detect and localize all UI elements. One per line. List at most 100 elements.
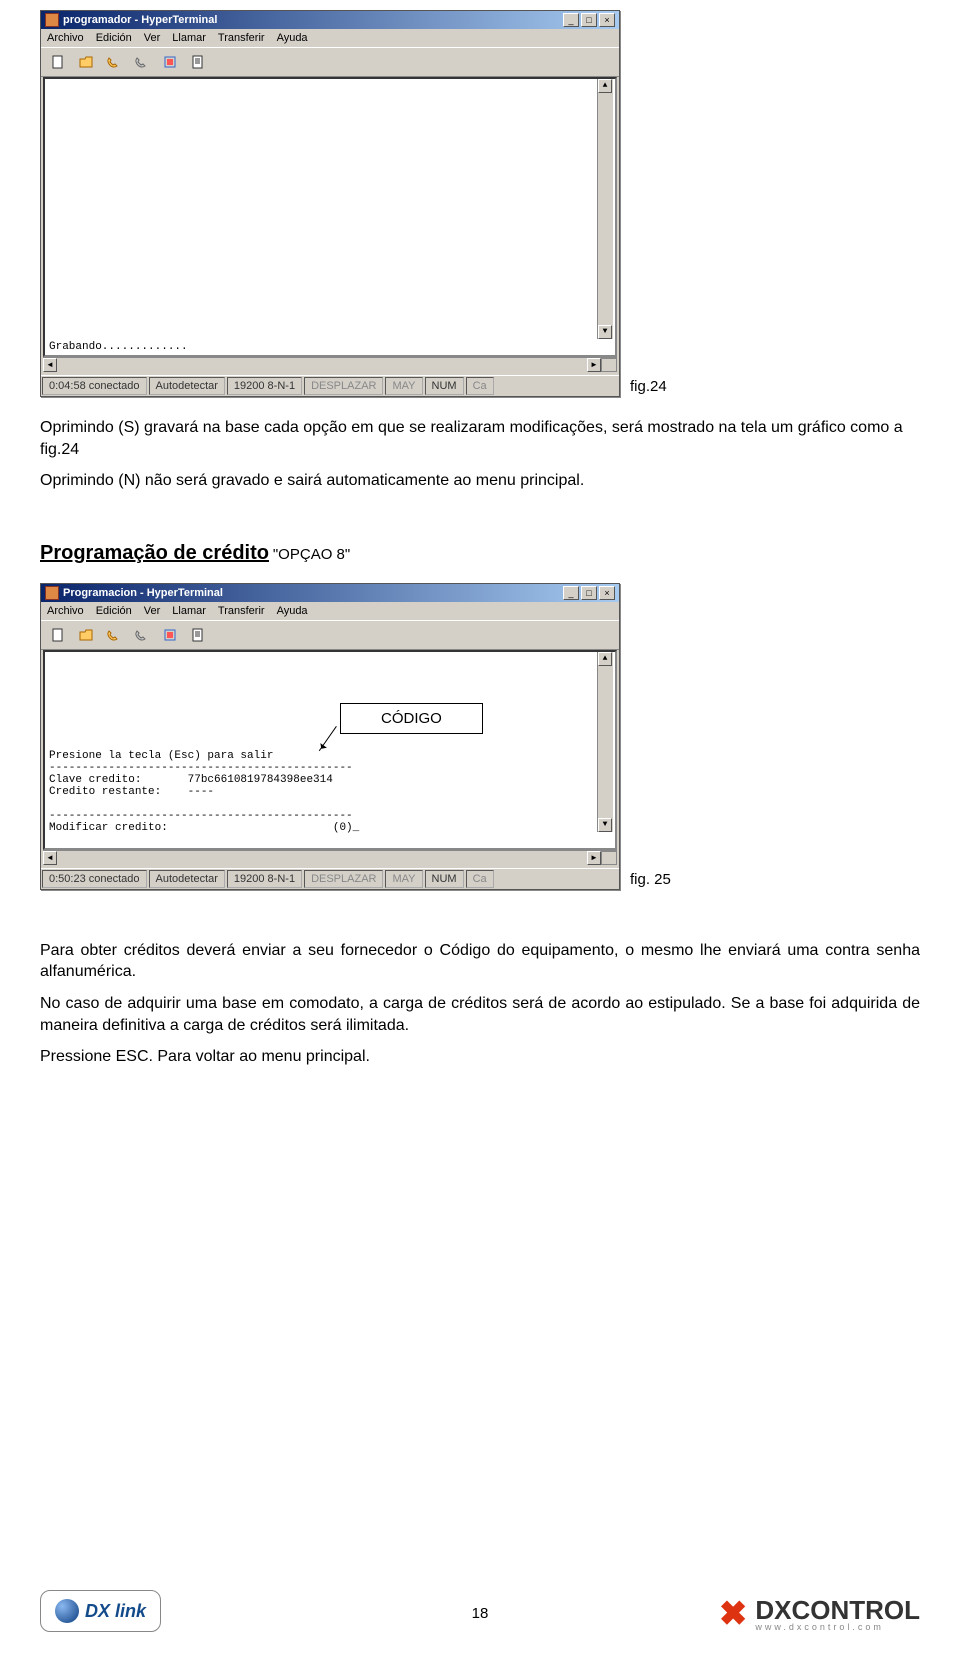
paragraph-3: Para obter créditos deverá enviar a seu …	[40, 940, 920, 983]
scroll-left-icon[interactable]: ◄	[43, 358, 57, 372]
terminal-1[interactable]: Grabando............. ▲ ▼	[43, 77, 617, 357]
titlebar-2: Programacion - HyperTerminal _ □ ×	[41, 584, 619, 602]
new-icon[interactable]	[47, 625, 69, 645]
status-num: NUM	[425, 377, 464, 395]
scrollbar-vertical[interactable]: ▲ ▼	[597, 79, 613, 339]
status-desplazar: DESPLAZAR	[304, 870, 383, 888]
scroll-right-icon[interactable]: ►	[587, 358, 601, 372]
status-num: NUM	[425, 870, 464, 888]
scroll-up-icon[interactable]: ▲	[598, 79, 612, 93]
terminal-text-2: Presione la tecla (Esc) para salir -----…	[49, 738, 597, 846]
dxlink-text: DX link	[85, 1601, 146, 1622]
scroll-right-icon[interactable]: ►	[587, 851, 601, 865]
minimize-button[interactable]: _	[563, 13, 579, 27]
menu-llamar[interactable]: Llamar	[172, 32, 206, 44]
status-may: MAY	[385, 870, 422, 888]
dxcontrol-logo: ✖ DXCONTROL www.dxcontrol.com	[719, 1597, 920, 1632]
menu-transferir[interactable]: Transferir	[218, 605, 265, 617]
menubar-1: Archivo Edición Ver Llamar Transferir Ay…	[41, 29, 619, 47]
status-detect: Autodetectar	[149, 377, 225, 395]
send-icon[interactable]	[159, 625, 181, 645]
paragraph-1: Oprimindo (S) gravará na base cada opção…	[40, 417, 920, 460]
paragraph-4: No caso de adquirir uma base em comodato…	[40, 993, 920, 1036]
send-icon[interactable]	[159, 52, 181, 72]
menu-archivo[interactable]: Archivo	[47, 605, 84, 617]
hyperterminal-window-1: programador - HyperTerminal _ □ × Archiv…	[40, 10, 620, 397]
window-title-2: Programacion - HyperTerminal	[63, 587, 563, 599]
new-icon[interactable]	[47, 52, 69, 72]
toolbar-1	[41, 47, 619, 77]
close-button[interactable]: ×	[599, 13, 615, 27]
paragraph-2: Oprimindo (N) não será gravado e sairá a…	[40, 470, 920, 492]
maximize-button[interactable]: □	[581, 13, 597, 27]
window-title-1: programador - HyperTerminal	[63, 14, 563, 26]
status-time: 0:50:23 conectado	[42, 870, 147, 888]
figure-25-row: CÓDIGO Programacion - HyperTerminal _ □ …	[40, 583, 920, 890]
hangup-icon[interactable]	[131, 625, 153, 645]
scroll-down-icon[interactable]: ▼	[598, 818, 612, 832]
titlebar-1: programador - HyperTerminal _ □ ×	[41, 11, 619, 29]
page-number: 18	[472, 1605, 489, 1622]
client-area-1: Grabando............. ▲ ▼ ◄ ►	[41, 77, 619, 375]
status-conn: 19200 8-N-1	[227, 870, 302, 888]
scrollbar-horizontal[interactable]: ◄ ►	[43, 357, 617, 373]
client-area-2: Presione la tecla (Esc) para salir -----…	[41, 650, 619, 868]
terminal-text-1: Grabando.............	[49, 341, 188, 353]
menu-edicion[interactable]: Edición	[96, 605, 132, 617]
menu-transferir[interactable]: Transferir	[218, 32, 265, 44]
terminal-2[interactable]: Presione la tecla (Esc) para salir -----…	[43, 650, 617, 850]
scrollbar-horizontal[interactable]: ◄ ►	[43, 850, 617, 866]
minimize-button[interactable]: _	[563, 586, 579, 600]
scroll-left-icon[interactable]: ◄	[43, 851, 57, 865]
page-footer: DX link 18 ✖ DXCONTROL www.dxcontrol.com	[40, 1590, 920, 1632]
app-icon	[45, 586, 59, 600]
menu-ayuda[interactable]: Ayuda	[277, 32, 308, 44]
fig24-caption: fig.24	[630, 378, 667, 395]
maximize-button[interactable]: □	[581, 586, 597, 600]
menu-ver[interactable]: Ver	[144, 32, 161, 44]
open-icon[interactable]	[75, 52, 97, 72]
statusbar-2: 0:50:23 conectado Autodetectar 19200 8-N…	[41, 868, 619, 889]
status-desplazar: DESPLAZAR	[304, 377, 383, 395]
open-icon[interactable]	[75, 625, 97, 645]
section-suffix: "OPÇAO 8"	[273, 546, 350, 563]
section-title: Programação de crédito	[40, 542, 269, 564]
properties-icon[interactable]	[187, 52, 209, 72]
section-heading-row: Programação de crédito "OPÇAO 8"	[40, 542, 920, 565]
status-ca: Ca	[466, 377, 494, 395]
call-icon[interactable]	[103, 52, 125, 72]
fig25-caption: fig. 25	[630, 871, 671, 888]
status-may: MAY	[385, 377, 422, 395]
window-buttons: _ □ ×	[563, 13, 615, 27]
menu-llamar[interactable]: Llamar	[172, 605, 206, 617]
menubar-2: Archivo Edición Ver Llamar Transferir Ay…	[41, 602, 619, 620]
scrollbar-vertical[interactable]: ▲ ▼	[597, 652, 613, 832]
menu-archivo[interactable]: Archivo	[47, 32, 84, 44]
x-mark-icon: ✖	[719, 1601, 748, 1628]
resize-grip-icon[interactable]	[601, 358, 617, 372]
status-detect: Autodetectar	[149, 870, 225, 888]
properties-icon[interactable]	[187, 625, 209, 645]
menu-ayuda[interactable]: Ayuda	[277, 605, 308, 617]
scroll-up-icon[interactable]: ▲	[598, 652, 612, 666]
hangup-icon[interactable]	[131, 52, 153, 72]
menu-ver[interactable]: Ver	[144, 605, 161, 617]
dxcontrol-text: DXCONTROL	[755, 1597, 920, 1623]
app-icon	[45, 13, 59, 27]
status-conn: 19200 8-N-1	[227, 377, 302, 395]
globe-icon	[55, 1599, 79, 1623]
close-button[interactable]: ×	[599, 586, 615, 600]
paragraph-5: Pressione ESC. Para voltar ao menu princ…	[40, 1046, 920, 1068]
status-ca: Ca	[466, 870, 494, 888]
call-icon[interactable]	[103, 625, 125, 645]
window-buttons: _ □ ×	[563, 586, 615, 600]
scroll-down-icon[interactable]: ▼	[598, 325, 612, 339]
statusbar-1: 0:04:58 conectado Autodetectar 19200 8-N…	[41, 375, 619, 396]
resize-grip-icon[interactable]	[601, 851, 617, 865]
status-time: 0:04:58 conectado	[42, 377, 147, 395]
toolbar-2	[41, 620, 619, 650]
dxcontrol-url: www.dxcontrol.com	[755, 1623, 920, 1632]
dxlink-logo: DX link	[40, 1590, 161, 1632]
menu-edicion[interactable]: Edición	[96, 32, 132, 44]
figure-24-row: programador - HyperTerminal _ □ × Archiv…	[40, 10, 920, 397]
